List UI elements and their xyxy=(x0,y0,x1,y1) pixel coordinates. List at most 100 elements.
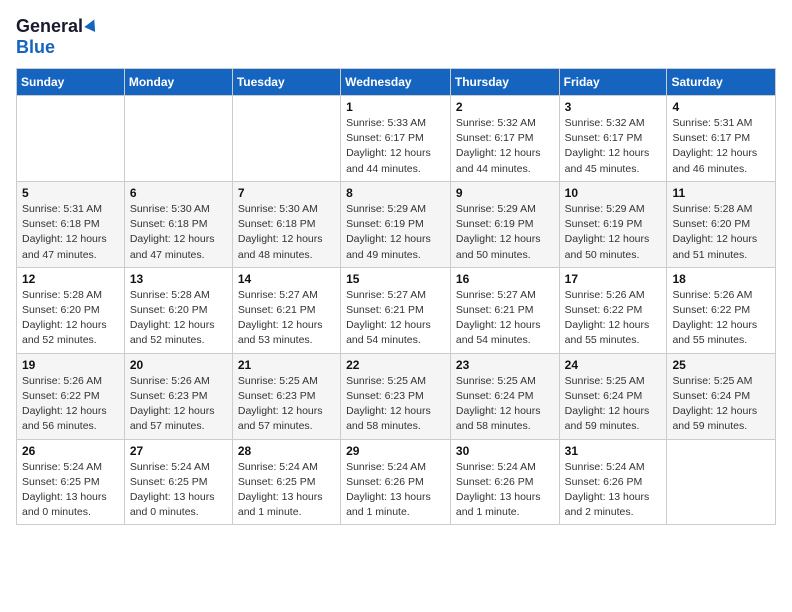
day-info: Sunrise: 5:24 AM Sunset: 6:25 PM Dayligh… xyxy=(238,460,335,521)
day-info: Sunrise: 5:24 AM Sunset: 6:25 PM Dayligh… xyxy=(22,460,119,521)
day-cell: 30 Sunrise: 5:24 AM Sunset: 6:26 PM Dayli… xyxy=(450,439,559,525)
weekday-header-wednesday: Wednesday xyxy=(341,69,451,96)
day-cell: 20Sunrise: 5:26 AM Sunset: 6:23 PM Dayli… xyxy=(124,353,232,439)
day-cell: 28 Sunrise: 5:24 AM Sunset: 6:25 PM Dayli… xyxy=(232,439,340,525)
day-info: Sunrise: 5:25 AM Sunset: 6:24 PM Dayligh… xyxy=(456,374,554,435)
week-row-2: 12 Sunrise: 5:28 AM Sunset: 6:20 PM Dayli… xyxy=(17,267,776,353)
day-cell: 31 Sunrise: 5:24 AM Sunset: 6:26 PM Dayli… xyxy=(559,439,667,525)
day-cell: 19 Sunrise: 5:26 AM Sunset: 6:22 PM Dayli… xyxy=(17,353,125,439)
weekday-header-tuesday: Tuesday xyxy=(232,69,340,96)
day-cell: 2 Sunrise: 5:32 AM Sunset: 6:17 PM Daylig… xyxy=(450,96,559,182)
day-cell: 21Sunrise: 5:25 AM Sunset: 6:23 PM Dayli… xyxy=(232,353,340,439)
day-info: Sunrise: 5:27 AM Sunset: 6:21 PM Dayligh… xyxy=(238,288,335,349)
day-cell: 17Sunrise: 5:26 AM Sunset: 6:22 PM Dayli… xyxy=(559,267,667,353)
day-number: 7 xyxy=(238,186,335,200)
weekday-header-monday: Monday xyxy=(124,69,232,96)
day-number: 15 xyxy=(346,272,445,286)
day-info: Sunrise: 5:27 AM Sunset: 6:21 PM Dayligh… xyxy=(346,288,445,349)
day-number: 2 xyxy=(456,100,554,114)
page-container: General Blue SundayMondayTuesdayWednesda… xyxy=(16,16,776,525)
day-cell: 27 Sunrise: 5:24 AM Sunset: 6:25 PM Dayli… xyxy=(124,439,232,525)
logo-general-text: General xyxy=(16,16,83,37)
day-info: Sunrise: 5:24 AM Sunset: 6:25 PM Dayligh… xyxy=(130,460,227,521)
day-number: 18 xyxy=(672,272,770,286)
day-cell: 24 Sunrise: 5:25 AM Sunset: 6:24 PM Dayli… xyxy=(559,353,667,439)
day-info: Sunrise: 5:26 AM Sunset: 6:23 PM Dayligh… xyxy=(130,374,227,435)
day-number: 24 xyxy=(565,358,662,372)
day-number: 13 xyxy=(130,272,227,286)
day-number: 12 xyxy=(22,272,119,286)
day-number: 25 xyxy=(672,358,770,372)
week-row-3: 19 Sunrise: 5:26 AM Sunset: 6:22 PM Dayli… xyxy=(17,353,776,439)
day-number: 22 xyxy=(346,358,445,372)
day-cell: 22 Sunrise: 5:25 AM Sunset: 6:23 PM Dayli… xyxy=(341,353,451,439)
day-info: Sunrise: 5:29 AM Sunset: 6:19 PM Dayligh… xyxy=(346,202,445,263)
header: General Blue xyxy=(16,16,776,58)
day-cell: 16 Sunrise: 5:27 AM Sunset: 6:21 PM Dayli… xyxy=(450,267,559,353)
day-cell: 5 Sunrise: 5:31 AM Sunset: 6:18 PM Daylig… xyxy=(17,181,125,267)
day-cell: 12 Sunrise: 5:28 AM Sunset: 6:20 PM Dayli… xyxy=(17,267,125,353)
day-info: Sunrise: 5:29 AM Sunset: 6:19 PM Dayligh… xyxy=(456,202,554,263)
day-info: Sunrise: 5:28 AM Sunset: 6:20 PM Dayligh… xyxy=(130,288,227,349)
day-number: 30 xyxy=(456,444,554,458)
day-number: 29 xyxy=(346,444,445,458)
day-cell xyxy=(232,96,340,182)
day-number: 21 xyxy=(238,358,335,372)
logo-triangle-icon xyxy=(84,17,100,32)
day-number: 23 xyxy=(456,358,554,372)
day-cell: 14 Sunrise: 5:27 AM Sunset: 6:21 PM Dayli… xyxy=(232,267,340,353)
day-cell xyxy=(17,96,125,182)
calendar-table: SundayMondayTuesdayWednesdayThursdayFrid… xyxy=(16,68,776,525)
day-info: Sunrise: 5:31 AM Sunset: 6:17 PM Dayligh… xyxy=(672,116,770,177)
day-info: Sunrise: 5:31 AM Sunset: 6:18 PM Dayligh… xyxy=(22,202,119,263)
day-info: Sunrise: 5:30 AM Sunset: 6:18 PM Dayligh… xyxy=(130,202,227,263)
day-info: Sunrise: 5:29 AM Sunset: 6:19 PM Dayligh… xyxy=(565,202,662,263)
day-number: 10 xyxy=(565,186,662,200)
day-cell: 29 Sunrise: 5:24 AM Sunset: 6:26 PM Dayli… xyxy=(341,439,451,525)
day-info: Sunrise: 5:24 AM Sunset: 6:26 PM Dayligh… xyxy=(565,460,662,521)
day-number: 19 xyxy=(22,358,119,372)
weekday-header-saturday: Saturday xyxy=(667,69,776,96)
day-cell: 1Sunrise: 5:33 AM Sunset: 6:17 PM Daylig… xyxy=(341,96,451,182)
day-info: Sunrise: 5:30 AM Sunset: 6:18 PM Dayligh… xyxy=(238,202,335,263)
day-info: Sunrise: 5:25 AM Sunset: 6:23 PM Dayligh… xyxy=(346,374,445,435)
day-cell: 10 Sunrise: 5:29 AM Sunset: 6:19 PM Dayli… xyxy=(559,181,667,267)
day-info: Sunrise: 5:26 AM Sunset: 6:22 PM Dayligh… xyxy=(672,288,770,349)
week-row-4: 26Sunrise: 5:24 AM Sunset: 6:25 PM Dayli… xyxy=(17,439,776,525)
day-number: 17 xyxy=(565,272,662,286)
weekday-header-sunday: Sunday xyxy=(17,69,125,96)
day-number: 14 xyxy=(238,272,335,286)
day-info: Sunrise: 5:28 AM Sunset: 6:20 PM Dayligh… xyxy=(22,288,119,349)
day-number: 6 xyxy=(130,186,227,200)
day-number: 27 xyxy=(130,444,227,458)
day-info: Sunrise: 5:32 AM Sunset: 6:17 PM Dayligh… xyxy=(456,116,554,177)
day-info: Sunrise: 5:24 AM Sunset: 6:26 PM Dayligh… xyxy=(346,460,445,521)
day-cell: 8Sunrise: 5:29 AM Sunset: 6:19 PM Daylig… xyxy=(341,181,451,267)
day-cell: 7 Sunrise: 5:30 AM Sunset: 6:18 PM Daylig… xyxy=(232,181,340,267)
week-row-1: 5 Sunrise: 5:31 AM Sunset: 6:18 PM Daylig… xyxy=(17,181,776,267)
day-number: 16 xyxy=(456,272,554,286)
day-info: Sunrise: 5:25 AM Sunset: 6:24 PM Dayligh… xyxy=(565,374,662,435)
day-number: 28 xyxy=(238,444,335,458)
day-cell: 3Sunrise: 5:32 AM Sunset: 6:17 PM Daylig… xyxy=(559,96,667,182)
logo-blue-text: Blue xyxy=(16,37,55,57)
day-cell xyxy=(124,96,232,182)
day-cell: 4 Sunrise: 5:31 AM Sunset: 6:17 PM Daylig… xyxy=(667,96,776,182)
day-info: Sunrise: 5:25 AM Sunset: 6:24 PM Dayligh… xyxy=(672,374,770,435)
day-info: Sunrise: 5:26 AM Sunset: 6:22 PM Dayligh… xyxy=(22,374,119,435)
week-row-0: 1Sunrise: 5:33 AM Sunset: 6:17 PM Daylig… xyxy=(17,96,776,182)
logo: General Blue xyxy=(16,16,98,58)
day-info: Sunrise: 5:33 AM Sunset: 6:17 PM Dayligh… xyxy=(346,116,445,177)
day-cell xyxy=(667,439,776,525)
day-cell: 15 Sunrise: 5:27 AM Sunset: 6:21 PM Dayli… xyxy=(341,267,451,353)
day-info: Sunrise: 5:27 AM Sunset: 6:21 PM Dayligh… xyxy=(456,288,554,349)
day-info: Sunrise: 5:24 AM Sunset: 6:26 PM Dayligh… xyxy=(456,460,554,521)
day-cell: 26Sunrise: 5:24 AM Sunset: 6:25 PM Dayli… xyxy=(17,439,125,525)
day-cell: 18 Sunrise: 5:26 AM Sunset: 6:22 PM Dayli… xyxy=(667,267,776,353)
day-cell: 6 Sunrise: 5:30 AM Sunset: 6:18 PM Daylig… xyxy=(124,181,232,267)
day-number: 31 xyxy=(565,444,662,458)
day-info: Sunrise: 5:32 AM Sunset: 6:17 PM Dayligh… xyxy=(565,116,662,177)
day-number: 5 xyxy=(22,186,119,200)
day-number: 4 xyxy=(672,100,770,114)
day-number: 11 xyxy=(672,186,770,200)
